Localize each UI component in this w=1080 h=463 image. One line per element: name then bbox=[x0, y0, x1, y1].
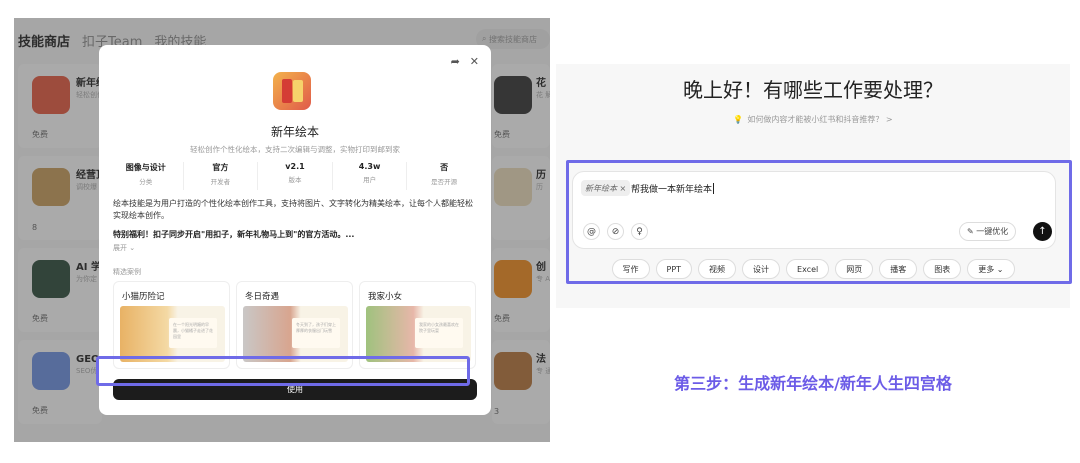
close-icon[interactable]: ✕ bbox=[470, 55, 479, 68]
share-icon[interactable]: ➦ bbox=[451, 55, 460, 68]
case-page-text: 冬天到了，孩子们穿上厚厚的衣服出门玩雪 bbox=[292, 318, 340, 348]
stat-category: 图像与设计 分类 bbox=[109, 162, 184, 190]
stat-users: 4.3w 用户 bbox=[333, 162, 408, 190]
use-button-highlight bbox=[96, 356, 470, 386]
step-caption: 第三步：生成新年绘本/新年人生四宫格 bbox=[674, 374, 952, 393]
stat-developer: 官方 开发者 bbox=[184, 162, 259, 190]
case-title: 小猫历险记 bbox=[122, 292, 165, 302]
stat-version: v2.1 版本 bbox=[258, 162, 333, 190]
modal-actions: ➦ ✕ bbox=[451, 55, 479, 68]
modal-title: 新年绘本 bbox=[270, 125, 319, 139]
case-page-text: 我家的小女孩最喜欢在院子里玩耍 bbox=[415, 318, 463, 348]
lightbulb-icon: 💡 bbox=[733, 115, 744, 124]
chat-box-highlight bbox=[566, 160, 1072, 284]
modal-subtitle: 轻松创作个性化绘本，支持二次编辑与调整，实物打印到邮到家 bbox=[190, 145, 400, 154]
case-title: 冬日奇遇 bbox=[245, 292, 280, 302]
greeting-title: 晚上好！有哪些工作要处理？ bbox=[683, 78, 943, 102]
case-title: 我家小女 bbox=[368, 292, 403, 302]
expand-toggle[interactable]: 展开 ⌄ bbox=[113, 243, 135, 253]
tip-text: 如何做内容才能被小红书和抖音推荐？ > bbox=[747, 115, 893, 124]
screenshot-root: 技能商店 扣子Team 我的技能 ⌕ 搜索技能商店 新年绘 轻松创作 打印到 免… bbox=[0, 0, 1080, 463]
tip-link[interactable]: 💡 如何做内容才能被小红书和抖音推荐？ > bbox=[556, 114, 1070, 125]
book-icon bbox=[273, 72, 311, 110]
modal-promo-note: 特别福利！扣子同步开启"用扣子，新年礼物马上到"的官方活动。... bbox=[113, 230, 355, 239]
modal-description: 绘本技能是为用户打造的个性化绘本创作工具，支持将图片、文字转化为精美绘本，让每个… bbox=[113, 199, 473, 220]
case-page-text: 在一个阳光明媚的早晨，小猫橘子走进了花园里 bbox=[169, 318, 217, 348]
featured-cases-label: 精选案例 bbox=[113, 268, 141, 276]
modal-stats: 图像与设计 分类 官方 开发者 v2.1 版本 4.3w 用户 否是否开源 bbox=[109, 162, 481, 190]
stat-open-source: 否是否开源 bbox=[431, 163, 458, 186]
